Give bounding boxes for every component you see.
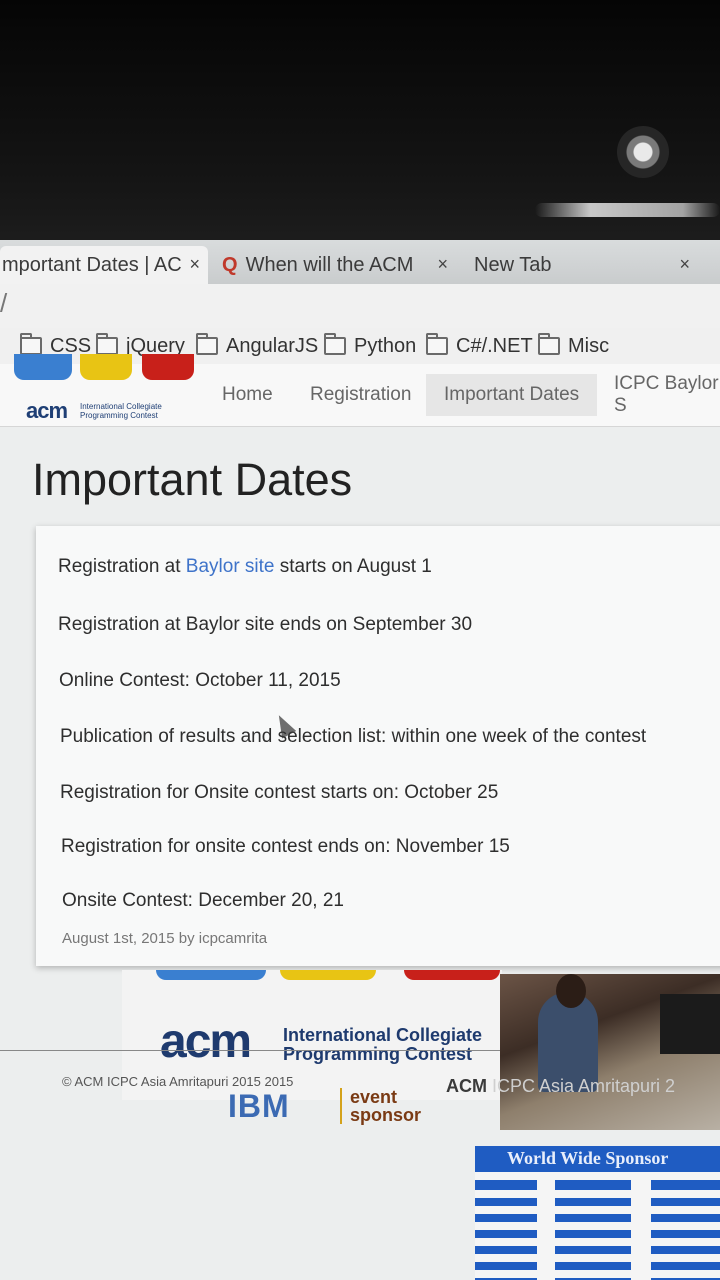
address-bar[interactable]: / [0,284,720,329]
acm-logo-text: acm [26,398,68,423]
ibm-stripe [475,1206,720,1214]
nav-registration[interactable]: Registration [310,374,411,416]
quora-icon: Q [222,253,238,276]
tab-label: New Tab [474,253,552,276]
folder-icon [196,333,218,355]
bookmark-label: C#/.NET [456,334,533,357]
post-meta: August 1st, 2015 by icpcamrita [62,930,268,947]
page-title: Important Dates [32,454,353,505]
tab-new-tab[interactable]: New Tab × [458,246,704,284]
ibm-stripe [475,1238,720,1246]
dates-card: Registration at Baylor site starts on Au… [36,526,720,966]
browser-window: mportant Dates | AC × Q When will the AC… [0,240,720,1280]
ibm-logo-small: IBM [228,1088,290,1124]
ibm-stripe [475,1254,720,1262]
screen-glare [535,203,720,217]
folder-icon [426,333,448,355]
date-item: Publication of results and selection lis… [60,726,647,747]
nav-home[interactable]: Home [222,374,273,416]
photo-monitor [660,994,720,1054]
baylor-site-link[interactable]: Baylor site [186,556,275,577]
ibm-logo-large [475,1172,720,1280]
tab-label: mportant Dates | AC [2,253,182,276]
bookmark-angularjs[interactable]: AngularJS [196,330,318,362]
caption-bold: ACM [446,1076,487,1096]
site-header: acm International Collegiate Programming… [0,354,720,427]
text: Registration at [58,556,186,577]
date-item: Registration at Baylor site ends on Sept… [58,614,473,635]
world-wide-sponsor-banner: World Wide Sponsor [475,1146,720,1280]
bookmark-label: Misc [568,334,610,357]
tab-label: When will the ACM [245,253,414,276]
date-item: Registration for onsite contest ends on:… [61,836,510,857]
webcam [617,126,669,178]
nav-important-dates[interactable]: Important Dates [426,374,598,416]
tab-strip: mportant Dates | AC × Q When will the AC… [0,240,720,284]
bookmark-label: Python [354,334,417,357]
logo-blue-block [156,970,266,980]
footer-divider [0,1050,505,1051]
logo-red-block [142,354,194,380]
logo-blue-block [14,354,72,380]
subtitle-line: Programming Contest [80,411,158,420]
date-item: Onsite Contest: December 20, 21 [62,890,344,911]
event-sponsor-line: sponsor [350,1105,422,1125]
footer-acm-logo: acm [160,1015,252,1068]
folder-icon [96,333,118,355]
site-logo[interactable] [14,354,194,384]
ibm-stripe [475,1270,720,1278]
text: starts on August 1 [274,556,432,577]
photo-caption: ACM ICPC Asia Amritapuri 2 [446,1076,675,1097]
bookmark-misc[interactable]: Misc [538,330,609,362]
subtitle-line: Programming Contest [283,1044,473,1064]
close-icon[interactable]: × [189,254,200,275]
date-item-registration-start: Registration at Baylor site starts on Au… [58,556,432,578]
copyright-text: © ACM ICPC Asia Amritapuri 2015 2015 [62,1074,294,1089]
bookmark-label: AngularJS [226,334,319,357]
ibm-stripe [475,1222,720,1230]
bookmark-python[interactable]: Python [324,330,416,362]
ibm-stripe [475,1190,720,1198]
photo-person-head [556,974,586,1008]
date-item: Online Contest: October 11, 2015 [59,670,341,691]
folder-icon [324,333,346,355]
acm-logo-subtitle: International Collegiate Programming Con… [80,402,162,420]
nav-icpc-baylor[interactable]: ICPC Baylor S [614,373,720,416]
caption-rest: ICPC Asia Amritapuri 2 [487,1076,676,1096]
folder-icon [538,333,560,355]
logo-yellow-block [80,354,132,380]
close-icon[interactable]: × [437,254,448,275]
event-sponsor-label: event sponsor [340,1088,421,1124]
contest-photo [500,974,720,1130]
footer-acm-subtitle: International Collegiate Programming Con… [283,1026,482,1064]
address-text: / [0,288,8,318]
monitor-bezel [0,0,720,245]
world-wide-sponsor-label: World Wide Sponsor [507,1148,669,1168]
date-item: Registration for Onsite contest starts o… [60,782,499,803]
folder-icon [20,333,42,355]
tab-quora[interactable]: Q When will the ACM × [210,246,456,284]
subtitle-line: International Collegiate [80,402,162,411]
close-icon[interactable]: × [679,254,690,275]
event-sponsor-line: event [350,1087,398,1107]
logo-yellow-block [280,970,376,980]
logo-red-block [404,970,500,980]
subtitle-line: International Collegiate [283,1025,483,1045]
tab-important-dates[interactable]: mportant Dates | AC × [0,246,208,284]
bookmark-csharp-net[interactable]: C#/.NET [426,330,533,362]
